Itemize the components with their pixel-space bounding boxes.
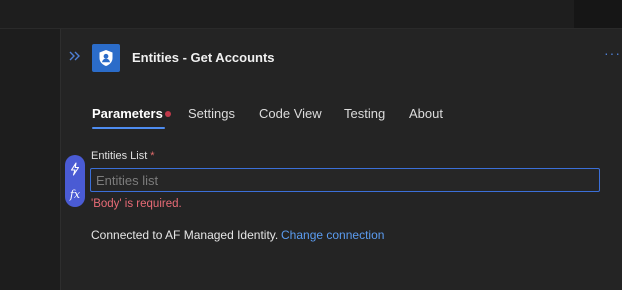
top-bar-shade (574, 0, 622, 28)
tab-label: Testing (344, 106, 386, 121)
double-chevron-right-icon (69, 51, 80, 61)
required-asterisk: * (150, 150, 155, 162)
canvas-pane (0, 29, 61, 290)
active-tab-indicator (92, 127, 165, 129)
lightning-icon (70, 162, 80, 176)
dynamic-content-toolbar: fx (65, 155, 85, 207)
tab-label: Settings (188, 106, 235, 121)
tab-settings[interactable]: Settings (188, 106, 235, 121)
entities-list-input[interactable] (90, 168, 600, 192)
validation-error: 'Body' is required. (91, 198, 182, 210)
collapse-panel-button[interactable] (67, 48, 83, 64)
top-bar (0, 0, 622, 29)
tab-about[interactable]: About (409, 106, 443, 121)
tab-label: Parameters (92, 106, 163, 121)
expression-button[interactable]: fx (65, 182, 85, 206)
tab-label: About (409, 106, 443, 121)
change-connection-link[interactable]: Change connection (281, 228, 384, 242)
more-options-button[interactable]: ··· (604, 46, 621, 60)
tab-code-view[interactable]: Code View (259, 106, 322, 121)
tab-parameters[interactable]: Parameters (92, 106, 171, 129)
action-title: Entities - Get Accounts (132, 50, 275, 65)
function-icon: fx (69, 187, 81, 201)
tab-testing[interactable]: Testing (344, 106, 385, 121)
tab-label: Code View (259, 106, 322, 121)
error-dot (164, 110, 171, 117)
connection-status: Connected to AF Managed Identity. (91, 228, 279, 242)
shield-person-icon (99, 50, 113, 66)
entities-list-label: Entities List * (91, 150, 155, 162)
field-label-text: Entities List (91, 150, 148, 162)
dynamic-content-button[interactable] (65, 157, 85, 181)
connector-icon (92, 44, 120, 72)
